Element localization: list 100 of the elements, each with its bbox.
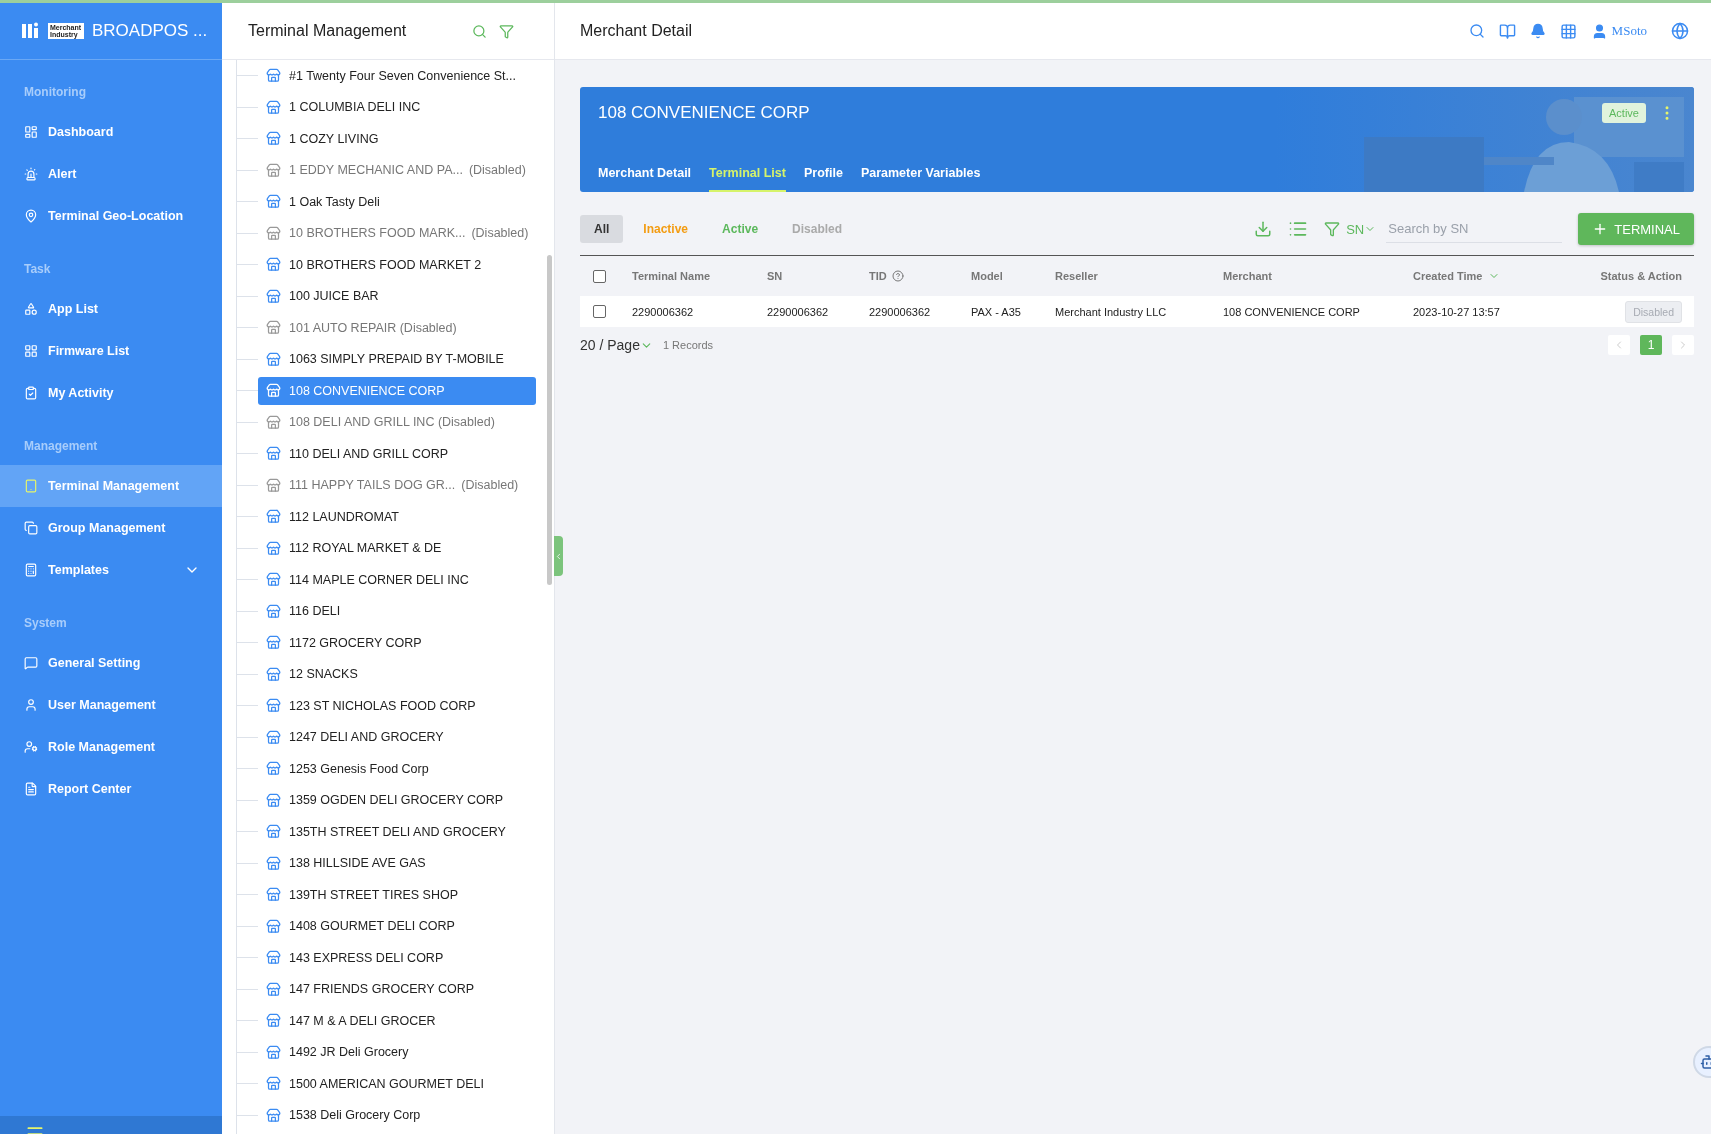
status-badge: Active	[1602, 103, 1646, 123]
tree-item[interactable]: 10 BROTHERS FOOD MARKET 2	[258, 250, 536, 279]
tree-item[interactable]: 110 DELI AND GRILL CORP	[258, 439, 536, 468]
tree-item[interactable]: 1063 SIMPLY PREPAID BY T-MOBILE	[258, 345, 536, 374]
tree-item[interactable]: 1 COLUMBIA DELI INC	[258, 93, 536, 122]
calculator-icon	[24, 563, 38, 577]
tree-item[interactable]: 1359 OGDEN DELI GROCERY CORP	[258, 786, 536, 815]
column-header: Merchant	[1223, 270, 1273, 282]
tree-item[interactable]: 1172 GROCERY CORP	[258, 628, 536, 657]
column-header: Created Time	[1413, 270, 1578, 282]
store-icon	[266, 918, 281, 934]
status-tag: Disabled	[1625, 300, 1682, 323]
store-icon	[266, 1044, 281, 1060]
download-icon[interactable]	[1254, 220, 1273, 238]
store-icon	[266, 792, 281, 808]
store-icon	[266, 572, 281, 588]
copy-icon	[24, 521, 38, 535]
store-icon	[266, 446, 281, 462]
document-icon	[24, 782, 38, 796]
store-icon	[266, 414, 281, 430]
store-icon	[266, 131, 281, 147]
table-cell-text: Merchant Industry LLC	[1055, 305, 1168, 318]
tree-item[interactable]: 1 COZY LIVING	[258, 124, 536, 153]
page-size-select[interactable]: 20 / Page	[580, 337, 653, 353]
row-checkbox[interactable]	[593, 305, 606, 318]
column-header: Status & Action	[1599, 270, 1683, 282]
tree-item[interactable]: 135TH STREET DELI AND GROCERY	[258, 817, 536, 846]
store-icon	[266, 162, 281, 178]
dashboard-icon	[24, 125, 38, 139]
tree-item[interactable]: 1538 Deli Grocery Corp	[258, 1101, 536, 1130]
store-icon	[266, 981, 281, 997]
store-icon	[266, 761, 281, 777]
tree-item[interactable]: 112 LAUNDROMAT	[258, 502, 536, 531]
tree-item[interactable]: 138 HILLSIDE AVE GAS	[258, 849, 536, 878]
page-title: Merchant Detail	[580, 22, 694, 40]
store-icon	[266, 603, 281, 619]
book-icon[interactable]	[1498, 22, 1516, 40]
tree-item[interactable]: 1408 GOURMET DELI CORP	[258, 912, 536, 941]
tablet-icon	[24, 479, 38, 493]
table-cell-text: 2290006362	[767, 305, 830, 318]
list-icon[interactable]	[1288, 219, 1309, 239]
tab[interactable]: Parameter Variables	[860, 166, 981, 192]
tree-item[interactable]: 100 JUICE BAR	[258, 282, 536, 311]
tree-item[interactable]: 143 EXPRESS DELI CORP	[258, 943, 536, 972]
store-icon	[266, 1013, 281, 1029]
help-icon	[891, 270, 904, 282]
tree-item[interactable]: 123 ST NICHOLAS FOOD CORP	[258, 691, 536, 720]
tree-item[interactable]: #1 Twenty Four Seven Convenience St...	[258, 61, 536, 90]
app-title: BROADPOS ...	[92, 21, 208, 41]
tab[interactable]: Profile	[803, 166, 843, 192]
filter-icon[interactable]	[1324, 221, 1341, 237]
store-icon	[266, 477, 281, 493]
tree-item[interactable]: 1247 DELI AND GROCERY	[258, 723, 536, 752]
search-icon[interactable]	[1468, 23, 1485, 39]
tree-item[interactable]: 116 DELI	[258, 597, 536, 626]
store-icon	[266, 855, 281, 871]
section-label: Management	[23, 438, 99, 455]
table-cell-text: 2023-10-27 13:57	[1413, 305, 1501, 318]
table-cell-text: 108 CONVENIENCE CORP	[1223, 305, 1361, 318]
globe-icon[interactable]	[1671, 22, 1689, 40]
user-icon	[24, 698, 38, 712]
logo-icon	[22, 22, 40, 40]
tree-item[interactable]: 1492 JR Deli Grocery	[258, 1038, 536, 1067]
clipboard-check-icon	[24, 386, 38, 400]
store-icon	[266, 698, 281, 714]
tree-item[interactable]: 1253 Genesis Food Corp	[258, 754, 536, 783]
tree-item[interactable]: 12 SNACKS	[258, 660, 536, 689]
tree-item[interactable]: 1 Oak Tasty Deli	[258, 187, 536, 216]
tab[interactable]: Merchant Detail	[598, 166, 692, 192]
apps-grid-icon[interactable]	[1559, 22, 1577, 40]
tree-item[interactable]: 114 MAPLE CORNER DELI INC	[258, 565, 536, 594]
tree-item[interactable]: 139TH STREET TIRES SHOP	[258, 880, 536, 909]
collapse-handle[interactable]	[554, 536, 563, 576]
column-header: TID	[869, 270, 971, 282]
tree-item[interactable]: 147 M & A DELI GROCER	[258, 1006, 536, 1035]
records-count: 1 Records	[662, 339, 715, 351]
store-icon	[266, 509, 281, 525]
table-cell-text: 2290006362	[869, 305, 932, 318]
store-icon	[266, 666, 281, 682]
panel-title: Terminal Management	[248, 22, 408, 40]
store-icon	[266, 1076, 281, 1092]
search-icon[interactable]	[472, 23, 487, 39]
user-gear-icon	[24, 740, 38, 754]
merchant-name: 108 CONVENIENCE CORP	[598, 103, 811, 123]
bell-icon[interactable]	[1529, 23, 1546, 39]
store-icon	[266, 320, 281, 336]
user-name[interactable]: MSoto	[1611, 23, 1647, 39]
filter-icon[interactable]	[499, 23, 514, 39]
store-icon	[266, 351, 281, 367]
filter-tab[interactable]: All	[580, 215, 624, 243]
tree-item[interactable]: 112 ROYAL MARKET & DE	[258, 534, 536, 563]
tree-item[interactable]: 147 FRIENDS GROCERY CORP	[258, 975, 536, 1004]
select-all-checkbox[interactable]	[593, 269, 606, 283]
search-field[interactable]: Search by SN	[1386, 220, 1567, 237]
store-icon	[266, 99, 281, 115]
store-icon	[266, 887, 281, 903]
store-icon	[266, 225, 281, 241]
tree-item[interactable]: 1500 AMERICAN GOURMET DELI	[258, 1069, 536, 1098]
store-icon	[266, 288, 281, 304]
grid-icon	[24, 344, 38, 358]
